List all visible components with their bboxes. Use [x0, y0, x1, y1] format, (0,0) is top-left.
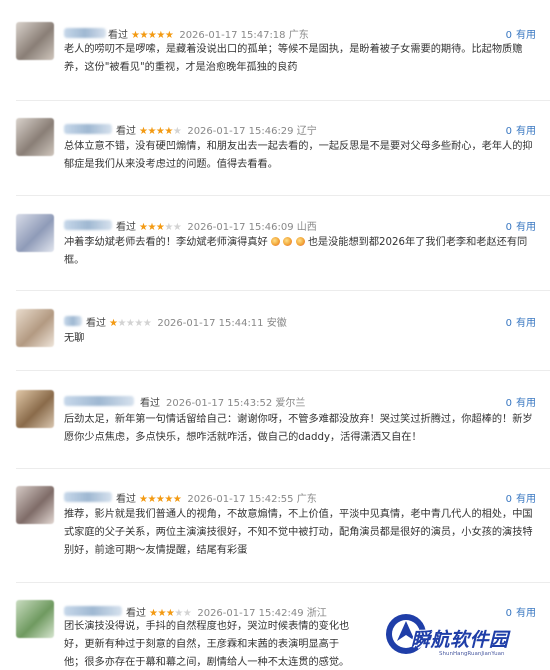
divider	[16, 100, 550, 101]
useful-button[interactable]: 0 有用	[506, 122, 536, 137]
watch-status: 看过	[140, 398, 160, 409]
review-content: 无聊	[64, 333, 85, 344]
divider	[16, 290, 550, 291]
divider	[16, 582, 550, 583]
watch-status: 看过	[116, 126, 136, 137]
useful-button[interactable]: 0 有用	[506, 218, 536, 233]
useful-label: 有用	[516, 494, 536, 505]
useful-button[interactable]: 0 有用	[506, 490, 536, 505]
review-content: 团长演技没得说，手抖的自然程度也好，哭泣时候表情的变化也好，更新有种过于刻意的自…	[64, 621, 350, 668]
useful-count: 0	[505, 126, 512, 137]
review-time: 2026-01-17 15:42:55	[187, 494, 294, 505]
useful-count: 0	[505, 398, 512, 409]
avatar[interactable]	[16, 118, 54, 156]
review-meta: 看过 ★★★★★ 2026-01-17 15:46:09 山西	[116, 218, 317, 233]
watch-status: 看过	[86, 318, 106, 329]
review-meta: 看过 ★★★★★ 2026-01-17 15:42:55 广东	[116, 490, 317, 505]
useful-label: 有用	[516, 222, 536, 233]
rating-stars: ★★★★★	[139, 494, 182, 505]
username[interactable]	[64, 492, 112, 502]
review-time: 2026-01-17 15:44:11	[157, 318, 264, 329]
review-content: 冲着李幼斌老师去看的！李幼斌老师演得真好 也是没能想到都2026年了我们老李和老…	[64, 234, 538, 270]
divider	[16, 468, 550, 469]
useful-button[interactable]: 0 有用	[506, 26, 536, 41]
review-time: 2026-01-17 15:46:29	[187, 126, 294, 137]
watch-status: 看过	[116, 222, 136, 233]
rating-stars: ★★★★★	[131, 30, 174, 41]
rating-stars: ★★★★★	[109, 318, 152, 329]
useful-label: 有用	[516, 30, 536, 41]
review-location: 山西	[296, 222, 317, 233]
rating-stars: ★★★★★	[139, 222, 182, 233]
review-meta: 看过 ★★★★★ 2026-01-17 15:46:29 辽宁	[116, 122, 317, 137]
review-content: 推荐，影片就是我们普通人的视角，不故意煽情，不上价值，平淡中见真情，老中青几代人…	[64, 509, 533, 556]
review-content: 总体立意不错，没有硬凹煽情，和朋友出去一起去看的，一起反思是不是要对父母多些耐心…	[64, 141, 533, 170]
username[interactable]	[64, 606, 122, 616]
useful-label: 有用	[516, 126, 536, 137]
avatar[interactable]	[16, 486, 54, 524]
divider	[16, 370, 550, 371]
emoji-icon	[295, 237, 305, 246]
review-meta: 看过 ★★★★★ 2026-01-17 15:47:18 广东	[108, 26, 309, 41]
review-meta: 看过 ★★★★★ 2026-01-17 15:42:49 浙江	[126, 604, 327, 619]
review-content: 后劲太足，新年第一句情话留给自己：谢谢你呀，不管多难都没放弃！哭过笑过折腾过，你…	[64, 414, 533, 443]
avatar[interactable]	[16, 309, 54, 347]
username[interactable]	[64, 124, 112, 134]
username[interactable]	[64, 220, 112, 230]
review-location: 广东	[296, 494, 317, 505]
useful-count: 0	[505, 318, 512, 329]
avatar[interactable]	[16, 214, 54, 252]
watch-status: 看过	[108, 30, 128, 41]
useful-count: 0	[505, 494, 512, 505]
useful-count: 0	[505, 30, 512, 41]
review-content: 老人的唠叨不是啰嗦，是藏着没说出口的孤单；等候不是固执，是盼着被子女需要的期待。…	[64, 44, 523, 73]
avatar[interactable]	[16, 600, 54, 638]
emoji-icon	[283, 237, 293, 246]
review-location: 辽宁	[296, 126, 317, 137]
useful-button[interactable]: 0 有用	[506, 314, 536, 329]
review-location: 广东	[288, 30, 309, 41]
avatar[interactable]	[16, 390, 54, 428]
watermark-title: 瞬航软件园	[411, 629, 509, 651]
watermark: 瞬航软件园 ShunHangRuanJianYuan	[383, 609, 543, 665]
review-time: 2026-01-17 15:47:18	[179, 30, 286, 41]
username[interactable]	[64, 396, 134, 406]
review-meta: 看过 2026-01-17 15:43:52 爱尔兰	[140, 394, 305, 409]
review-time: 2026-01-17 15:43:52	[166, 398, 273, 409]
username[interactable]	[64, 28, 106, 38]
username[interactable]	[64, 316, 82, 326]
watermark-subtitle: ShunHangRuanJianYuan	[439, 651, 505, 657]
useful-button[interactable]: 0 有用	[506, 394, 536, 409]
review-meta: 看过 ★★★★★ 2026-01-17 15:44:11 安徽	[86, 314, 287, 329]
review-location: 安徽	[266, 318, 287, 329]
useful-label: 有用	[516, 398, 536, 409]
review-location: 爱尔兰	[275, 398, 306, 409]
avatar[interactable]	[16, 22, 54, 60]
watch-status: 看过	[116, 494, 136, 505]
divider	[16, 195, 550, 196]
review-content-text: 冲着李幼斌老师去看的！李幼斌老师演得真好	[64, 237, 268, 248]
review-time: 2026-01-17 15:46:09	[187, 222, 294, 233]
useful-label: 有用	[516, 318, 536, 329]
useful-count: 0	[505, 222, 512, 233]
rating-stars: ★★★★★	[139, 126, 182, 137]
emoji-icon	[271, 237, 280, 246]
